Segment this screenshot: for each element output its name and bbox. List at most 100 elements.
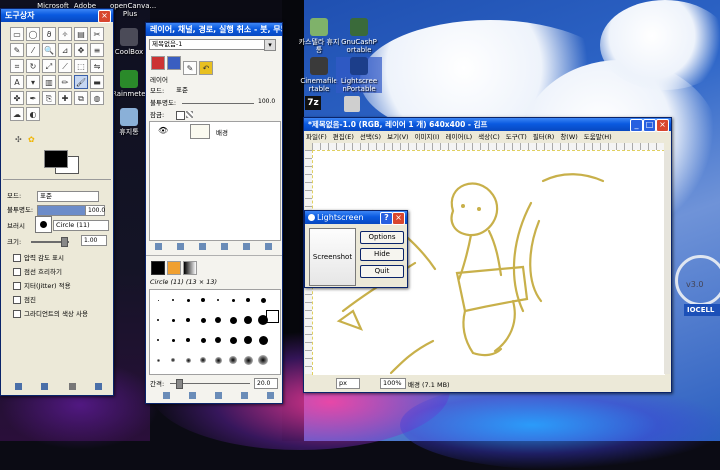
fg-color-swatch[interactable]: [44, 150, 68, 168]
unit-select[interactable]: px: [336, 378, 360, 389]
options-button[interactable]: Options: [360, 231, 404, 244]
desktop-icon-unknown[interactable]: [344, 96, 360, 112]
menu-item[interactable]: 도움말(H): [584, 133, 612, 141]
brush-swatch[interactable]: [215, 337, 221, 343]
mode-select[interactable]: 표준: [37, 191, 99, 202]
move-icon[interactable]: ✥: [74, 43, 88, 57]
menu-item[interactable]: 창(W): [560, 133, 577, 141]
heal-icon[interactable]: ✚: [58, 91, 72, 105]
brush-swatch[interactable]: [186, 298, 190, 302]
brush-swatch[interactable]: [244, 336, 252, 344]
desktop-icon-recycle-bin[interactable]: 휴지통: [112, 108, 146, 136]
scale-knob[interactable]: [61, 237, 68, 247]
brush-swatch[interactable]: [171, 318, 175, 322]
edit-brush-icon[interactable]: [163, 392, 170, 399]
spacing-value[interactable]: 20.0: [254, 378, 278, 389]
scissors-icon[interactable]: ✂: [90, 27, 104, 41]
option-check-row[interactable]: 압력 감도 표시: [13, 253, 107, 263]
duplicate-brush-icon[interactable]: [215, 392, 222, 399]
duplicate-layer-icon[interactable]: [221, 243, 228, 250]
brush-swatch[interactable]: [200, 357, 206, 363]
crop-icon[interactable]: ⌗: [10, 59, 24, 73]
layer-mode-select[interactable]: 표준: [174, 86, 276, 95]
checkbox[interactable]: [13, 282, 21, 290]
brush-swatch[interactable]: [260, 297, 266, 303]
close-button[interactable]: ×: [656, 119, 669, 132]
layers-titlebar[interactable]: 레이어, 채널, 경로, 실행 취소 - 붓, 무늬, ...: [146, 23, 282, 36]
flip-icon[interactable]: ⇋: [90, 59, 104, 73]
menu-item[interactable]: 선택(S): [360, 133, 381, 141]
checkbox[interactable]: [13, 310, 21, 318]
brush-swatch[interactable]: [215, 317, 221, 323]
brush-swatch[interactable]: [229, 316, 237, 324]
opacity-value[interactable]: 100.0: [85, 205, 105, 216]
brush-swatch[interactable]: [201, 298, 205, 302]
pencil-icon[interactable]: ✏: [58, 75, 72, 89]
patterns-tab-icon[interactable]: [167, 261, 181, 275]
image-titlebar[interactable]: *제목없음-1.0 (RGB, 레이어 1 개) 640x400 - 김프: [304, 118, 671, 131]
scale-value[interactable]: 1.00: [81, 235, 107, 246]
option-check-row[interactable]: 점선 흐리하기: [13, 267, 107, 277]
menu-item[interactable]: 필터(R): [533, 133, 555, 141]
quit-button[interactable]: Quit: [360, 265, 404, 278]
brush-swatch[interactable]: [246, 298, 250, 302]
new-layer-icon[interactable]: [155, 243, 162, 250]
brush-swatch[interactable]: [258, 335, 268, 345]
checkbox[interactable]: [13, 296, 21, 304]
brush-swatch[interactable]: [244, 316, 252, 324]
close-button[interactable]: ×: [392, 212, 405, 225]
eye-icon[interactable]: 👁: [158, 126, 168, 135]
color-picker-icon[interactable]: ⁄: [26, 43, 40, 57]
menu-item[interactable]: 이미지(I): [415, 133, 440, 141]
eraser-icon[interactable]: ▬: [90, 75, 104, 89]
lasso-icon[interactable]: ϑ: [42, 27, 56, 41]
option-check-row[interactable]: 그라디언트의 색상 사용: [13, 309, 107, 319]
menu-item[interactable]: 도구(T): [506, 133, 527, 141]
brush-swatch[interactable]: [229, 356, 237, 364]
measure-icon[interactable]: ⊿: [58, 43, 72, 57]
brush-swatch[interactable]: [231, 298, 235, 302]
brush-swatch[interactable]: [229, 336, 237, 344]
desktop-icon-7zip[interactable]: 7z: [305, 96, 321, 110]
layer-name[interactable]: 배경: [216, 127, 228, 137]
minimize-button[interactable]: _: [630, 119, 643, 132]
text-icon[interactable]: A: [10, 75, 24, 89]
brush-swatch[interactable]: [217, 299, 219, 301]
toolbox-titlebar[interactable]: 도구상자: [1, 9, 113, 22]
screenshot-preview[interactable]: Screenshot: [309, 228, 356, 286]
brush-swatch[interactable]: [185, 357, 191, 363]
desktop-icon-lightscreen[interactable]: Lightscree nPortable: [336, 57, 382, 93]
brush-swatch[interactable]: [157, 319, 159, 321]
horizontal-ruler[interactable]: [312, 143, 664, 150]
dodge-icon[interactable]: ◐: [26, 107, 40, 121]
smudge-icon[interactable]: ☁: [10, 107, 24, 121]
shear-icon[interactable]: ⟋: [58, 59, 72, 73]
vertical-scrollbar[interactable]: [664, 150, 670, 374]
paths-tab-icon[interactable]: ✎: [183, 61, 197, 75]
blend-icon[interactable]: ▥: [42, 75, 56, 89]
paintbrush-icon[interactable]: 🖌: [74, 75, 88, 89]
menu-item[interactable]: 보기(V): [387, 133, 408, 141]
menu-item[interactable]: 파일(F): [306, 133, 327, 141]
delete-brush-icon[interactable]: [241, 392, 248, 399]
rect-select-icon[interactable]: ▭: [10, 27, 24, 41]
undo-tab-icon[interactable]: ↶: [199, 61, 213, 75]
checkbox[interactable]: [13, 254, 21, 262]
ellipse-select-icon[interactable]: ◯: [26, 27, 40, 41]
ink-icon[interactable]: ✒: [26, 91, 40, 105]
brush-swatch[interactable]: [200, 337, 206, 343]
hide-button[interactable]: Hide: [360, 248, 404, 261]
delete-options-icon[interactable]: [69, 383, 76, 390]
menu-item[interactable]: 편집(E): [333, 133, 354, 141]
airbrush-icon[interactable]: ✤: [10, 91, 24, 105]
layer-row[interactable]: 👁 배경: [150, 124, 280, 139]
fuzzy-select-icon[interactable]: ✧: [58, 27, 72, 41]
lower-layer-icon[interactable]: [199, 243, 206, 250]
desktop-icon-rainmeter[interactable]: Rainmeter: [112, 70, 148, 98]
delete-layer-icon[interactable]: [265, 243, 272, 250]
zoom-select[interactable]: 100%: [380, 378, 406, 389]
perspective-clone-icon[interactable]: ⧉: [74, 91, 88, 105]
brush-swatch[interactable]: [258, 355, 268, 365]
option-check-row[interactable]: 지터(Jitter) 적용: [13, 281, 107, 291]
anchor-icon[interactable]: [243, 243, 250, 250]
